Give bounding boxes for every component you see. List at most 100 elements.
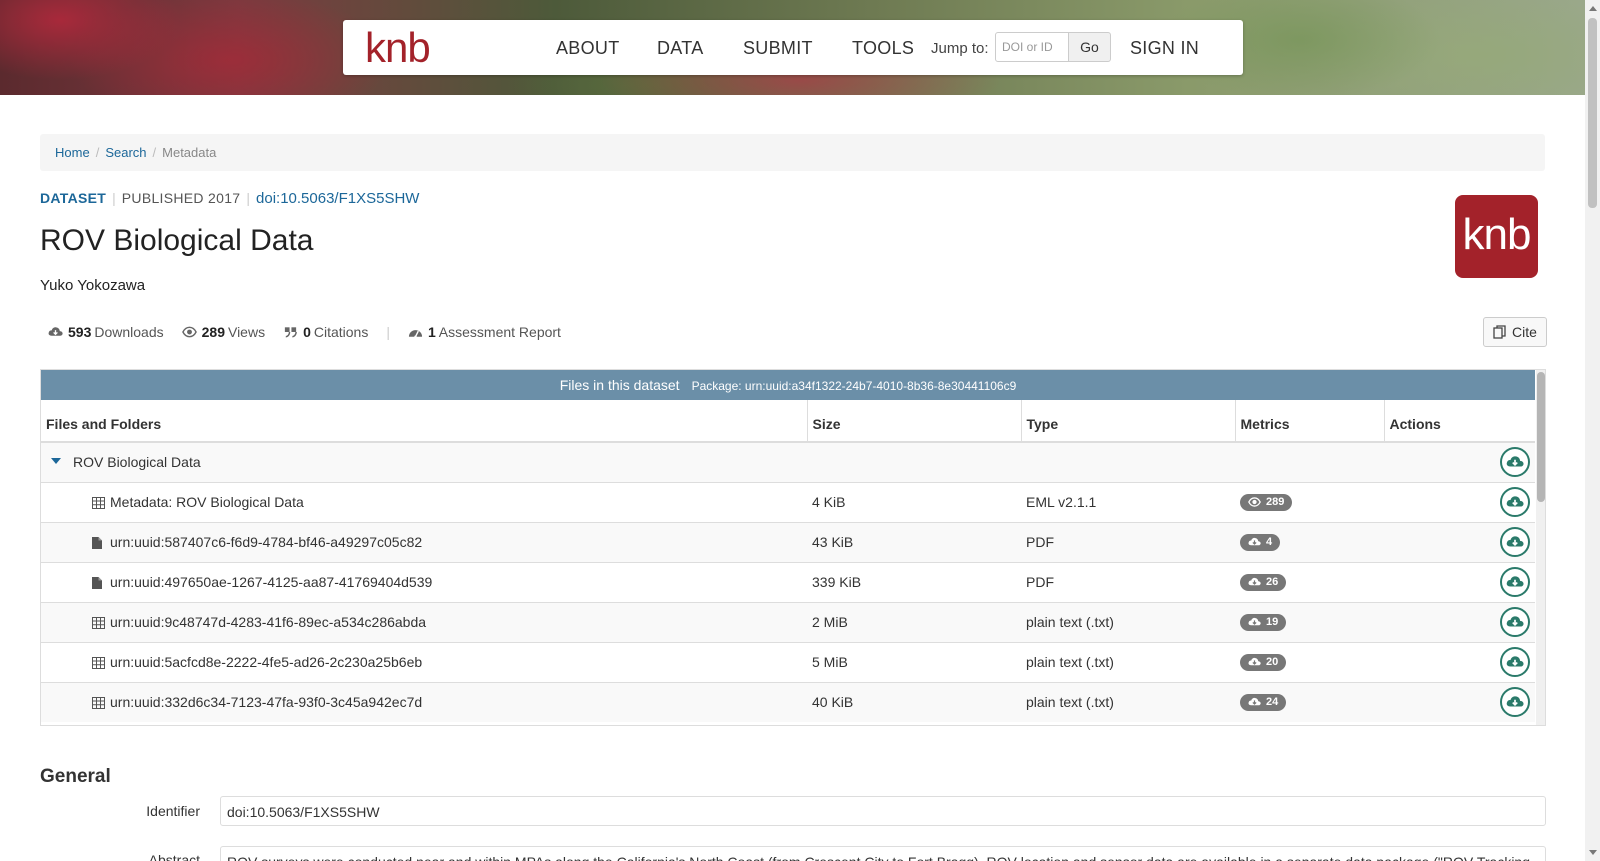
cloud-download-icon bbox=[1506, 575, 1524, 589]
download-file-button[interactable] bbox=[1500, 567, 1530, 597]
file-size: 40 KiB bbox=[807, 681, 1021, 722]
file-type: EML v2.1.1 bbox=[1021, 481, 1235, 522]
go-button[interactable]: Go bbox=[1068, 32, 1111, 62]
views-metric[interactable]: 289 Views bbox=[181, 324, 266, 340]
views-label: Views bbox=[227, 324, 266, 340]
file-size: 2 MiB bbox=[807, 601, 1021, 642]
dataset-doi-link[interactable]: doi:10.5063/F1XS5SHW bbox=[256, 190, 419, 207]
jump-to-label: Jump to: bbox=[931, 40, 989, 57]
file-type: plain text (.txt) bbox=[1021, 601, 1235, 642]
file-name[interactable]: urn:uuid:9c48747d-4283-41f6-89ec-a534c28… bbox=[110, 614, 426, 630]
downloads-metric[interactable]: 593 Downloads bbox=[48, 324, 164, 340]
folder-row[interactable]: ROV Biological Data bbox=[41, 441, 1535, 482]
cloud-download-icon bbox=[1248, 617, 1261, 627]
cloud-download-icon bbox=[1506, 695, 1524, 709]
files-scrollbar[interactable] bbox=[1536, 370, 1545, 725]
file-metric-badge: 26 bbox=[1240, 573, 1287, 591]
citations-label: Citations bbox=[313, 324, 369, 340]
download-folder-button[interactable] bbox=[1500, 447, 1530, 478]
abstract-value: ROV surveys were conducted near and with… bbox=[220, 846, 1546, 861]
download-file-button[interactable] bbox=[1500, 647, 1530, 677]
file-size: 43 KiB bbox=[807, 521, 1021, 562]
download-file-button[interactable] bbox=[1500, 607, 1530, 637]
col-type[interactable]: Type bbox=[1021, 400, 1236, 443]
file-row[interactable]: urn:uuid:9c48747d-4283-41f6-89ec-a534c28… bbox=[41, 601, 1535, 642]
col-size[interactable]: Size bbox=[807, 400, 1022, 443]
file-row[interactable]: urn:uuid:497650ae-1267-4125-aa87-4176940… bbox=[41, 561, 1535, 602]
cloud-download-icon bbox=[1248, 537, 1261, 547]
eye-icon bbox=[181, 326, 197, 338]
file-name[interactable]: Metadata: ROV Biological Data bbox=[110, 494, 304, 510]
breadcrumb-search[interactable]: Search bbox=[105, 145, 146, 160]
copy-icon bbox=[1493, 325, 1506, 339]
jump-to-input[interactable] bbox=[995, 32, 1069, 62]
cloud-download-icon bbox=[1506, 615, 1524, 629]
download-file-button[interactable] bbox=[1500, 527, 1530, 557]
package-id: Package: urn:uuid:a34f1322-24b7-4010-8b3… bbox=[691, 379, 1017, 393]
knb-logo[interactable]: knb bbox=[365, 26, 431, 70]
file-type: plain text (.txt) bbox=[1021, 681, 1235, 722]
dataset-type-label: DATASET bbox=[40, 190, 107, 206]
cloud-download-icon bbox=[1506, 495, 1524, 509]
col-actions: Actions bbox=[1384, 400, 1535, 443]
file-name[interactable]: urn:uuid:497650ae-1267-4125-aa87-4176940… bbox=[110, 574, 432, 590]
cite-label: Cite bbox=[1512, 324, 1537, 340]
file-metric-count: 26 bbox=[1266, 576, 1279, 588]
breadcrumb: Home / Search / Metadata bbox=[40, 134, 1545, 171]
file-metric-count: 19 bbox=[1266, 616, 1279, 628]
file-metric-count: 20 bbox=[1266, 656, 1279, 668]
breadcrumb-current: Metadata bbox=[162, 145, 217, 160]
file-icon bbox=[92, 576, 106, 589]
citations-metric[interactable]: 0 Citations bbox=[283, 324, 368, 340]
file-metric-count: 289 bbox=[1266, 496, 1285, 508]
file-metric-badge: 24 bbox=[1240, 693, 1287, 711]
page-scrollbar-thumb[interactable] bbox=[1588, 18, 1597, 208]
file-type: PDF bbox=[1021, 521, 1235, 562]
identifier-value: doi:10.5063/F1XS5SHW bbox=[220, 796, 1546, 826]
files-scrollbar-thumb[interactable] bbox=[1537, 372, 1545, 502]
file-name[interactable]: urn:uuid:587407c6-f6d9-4784-bf46-a49297c… bbox=[110, 534, 422, 550]
download-file-button[interactable] bbox=[1500, 687, 1530, 718]
col-metrics[interactable]: Metrics bbox=[1235, 400, 1385, 443]
col-files-and-folders[interactable]: Files and Folders bbox=[41, 400, 808, 443]
scroll-up-arrow[interactable] bbox=[1589, 6, 1597, 11]
breadcrumb-home[interactable]: Home bbox=[55, 145, 90, 160]
cloud-download-icon bbox=[1506, 456, 1524, 467]
quote-icon bbox=[284, 327, 297, 338]
file-row[interactable]: urn:uuid:587407c6-f6d9-4784-bf46-a49297c… bbox=[41, 521, 1535, 562]
nav-tools[interactable]: TOOLS bbox=[852, 38, 914, 59]
download-file-button[interactable] bbox=[1500, 487, 1530, 517]
assessment-metric[interactable]: 1 Assessment Report bbox=[408, 324, 561, 340]
file-row[interactable]: urn:uuid:5acfcd8e-2222-4fe5-ad26-2c230a2… bbox=[41, 641, 1535, 682]
identifier-label: Identifier bbox=[146, 803, 200, 819]
table-icon bbox=[92, 696, 106, 710]
cite-button[interactable]: Cite bbox=[1483, 317, 1547, 347]
caret-down-icon[interactable] bbox=[51, 458, 61, 465]
nav-data[interactable]: DATA bbox=[657, 38, 704, 59]
file-type: plain text (.txt) bbox=[1021, 641, 1235, 682]
file-row[interactable]: urn:uuid:332d6c34-7123-47fa-93f0-3c45a94… bbox=[41, 681, 1535, 722]
table-icon bbox=[92, 656, 106, 669]
breadcrumb-separator: / bbox=[152, 145, 157, 160]
top-navbar: knb ABOUT DATA SUBMIT TOOLS Jump to: Go … bbox=[343, 20, 1243, 75]
folder-name: ROV Biological Data bbox=[73, 454, 201, 471]
dataset-author: Yuko Yokozawa bbox=[40, 277, 146, 294]
scroll-down-arrow[interactable] bbox=[1589, 850, 1597, 855]
eye-icon bbox=[1248, 497, 1261, 507]
file-row[interactable]: Metadata: ROV Biological Data 4 KiB EML v2… bbox=[41, 481, 1535, 522]
cloud-download-icon bbox=[1506, 655, 1524, 669]
file-metric-count: 4 bbox=[1266, 536, 1273, 548]
nav-submit[interactable]: SUBMIT bbox=[743, 38, 813, 59]
page-scrollbar[interactable] bbox=[1585, 0, 1600, 861]
file-metric-badge: 4 bbox=[1240, 533, 1281, 551]
file-name[interactable]: urn:uuid:5acfcd8e-2222-4fe5-ad26-2c230a2… bbox=[110, 654, 422, 670]
dashboard-icon bbox=[408, 330, 423, 338]
file-name[interactable]: urn:uuid:332d6c34-7123-47fa-93f0-3c45a94… bbox=[110, 694, 422, 710]
nav-about[interactable]: ABOUT bbox=[556, 38, 620, 59]
cloud-download-icon bbox=[1248, 697, 1261, 707]
knb-repository-badge: knb bbox=[1455, 195, 1538, 278]
sign-in-link[interactable]: SIGN IN bbox=[1130, 38, 1199, 59]
files-header-title: Files in this dataset bbox=[559, 377, 680, 393]
file-size: 4 KiB bbox=[807, 481, 1021, 522]
files-table: Files and Folders Size Type Metrics Acti… bbox=[41, 400, 1535, 722]
